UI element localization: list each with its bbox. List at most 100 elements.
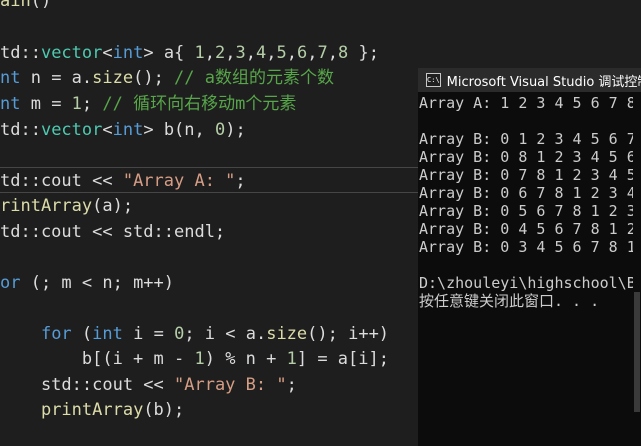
code-token: ] = a[i]; <box>296 349 389 369</box>
console-icon-label: C:\ <box>427 76 440 84</box>
code-token: (a); <box>92 196 134 216</box>
code-token: , <box>307 43 318 63</box>
code-line: rintArray(a); <box>0 194 133 219</box>
code-line: b[(i + m - 1) % n + 1] = a[i]; <box>0 347 389 372</box>
code-token: (); i++) <box>307 324 390 344</box>
code-token: nt <box>0 94 21 114</box>
code-token: 4 <box>256 43 267 63</box>
code-token: or <box>0 273 21 293</box>
code-token: int <box>92 324 123 344</box>
code-token: td:: <box>0 43 41 63</box>
code-token: ); <box>225 120 246 140</box>
code-token: (; m < n; m++) <box>20 273 175 293</box>
console-output-line: Array B: 0 3 4 5 6 7 8 1 <box>419 238 636 256</box>
code-token: n = a. <box>20 68 93 88</box>
code-token: m = <box>20 94 72 114</box>
code-token: ain <box>0 0 31 11</box>
code-token: () <box>30 0 52 11</box>
code-token: , <box>204 43 216 63</box>
code-token: < <box>102 43 113 63</box>
console-output-line: D:\zhouleyi\highschool\Bi <box>419 274 641 292</box>
code-token: > b(n, <box>143 120 215 140</box>
code-token: , <box>245 43 257 63</box>
code-token: td::cout << std::endl; <box>0 222 226 242</box>
code-line: td::vector<int> a{ 1,2,3,4,5,6,7,8 }; <box>0 41 379 66</box>
code-line: printArray(b); <box>0 398 184 423</box>
code-token: 7 <box>317 43 328 63</box>
code-line: td::vector<int> b(n, 0); <box>0 118 246 143</box>
code-token: ) % n + <box>204 349 287 369</box>
code-token: > a{ <box>143 43 195 63</box>
console-output-line: Array B: 0 1 2 3 4 5 6 7 <box>419 130 636 148</box>
code-token: ; <box>235 171 246 191</box>
console-output-line: 按任意键关闭此窗口. . . <box>419 292 600 310</box>
code-line: ain() <box>0 0 51 14</box>
code-token: 0 <box>174 324 185 344</box>
code-line: td::cout << std::endl; <box>0 220 225 245</box>
code-token: 1 <box>286 349 297 369</box>
code-token: b[(i + m - <box>0 349 195 369</box>
code-token: }; <box>348 43 379 63</box>
code-token: 8 <box>338 43 349 63</box>
code-token: nt <box>0 68 21 88</box>
code-token: (); <box>133 68 175 88</box>
code-token: 1 <box>71 94 82 114</box>
code-token: int <box>112 43 144 63</box>
console-output-line: Array B: 0 6 7 8 1 2 3 4 <box>419 184 636 202</box>
code-token: size <box>92 68 134 88</box>
code-line: std::cout << "Array B: "; <box>0 373 297 398</box>
code-token: ; i < a. <box>184 324 267 344</box>
code-token: 3 <box>235 43 246 63</box>
code-token: int <box>112 120 144 140</box>
code-token: std::cout << <box>0 375 174 395</box>
code-token: 1 <box>194 349 205 369</box>
console-output: Array A: 1 2 3 4 5 6 7 8 Array B: 0 1 2 3… <box>419 94 641 310</box>
debug-console-window[interactable]: C:\ Microsoft Visual Studio 调试控制台 Array … <box>418 68 641 446</box>
console-output-line: Array B: 0 4 5 6 7 8 1 2 <box>419 220 636 238</box>
console-app-icon: C:\ <box>426 73 441 87</box>
code-line: or (; m < n; m++) <box>0 271 174 296</box>
code-token: "Array B: " <box>174 375 287 395</box>
code-line: for (int i = 0; i < a.size(); i++) <box>0 322 389 347</box>
code-token: , <box>327 43 339 63</box>
code-line: nt n = a.size(); // a数组的元素个数 <box>0 66 334 91</box>
code-token: (b); <box>143 400 185 420</box>
code-token: printArray <box>40 400 144 420</box>
code-token: td:: <box>0 120 41 140</box>
code-token: ; <box>81 94 103 114</box>
console-output-line: Array B: 0 7 8 1 2 3 4 5 <box>419 166 636 184</box>
console-scroll-thumb[interactable] <box>634 292 640 412</box>
code-token: for <box>40 324 72 344</box>
console-output-line: Array B: 0 5 6 7 8 1 2 3 <box>419 202 636 220</box>
code-token: 0 <box>215 120 226 140</box>
code-token: i = <box>122 324 175 344</box>
code-token: td::cout << <box>0 171 123 191</box>
console-title: Microsoft Visual Studio 调试控制台 <box>446 74 641 90</box>
code-token: rintArray <box>0 196 93 216</box>
code-token: ( <box>71 324 93 344</box>
code-token: ; <box>286 375 297 395</box>
code-token: < <box>102 120 113 140</box>
code-token: vector <box>40 120 103 140</box>
console-output-line: Array B: 0 8 1 2 3 4 5 6 <box>419 148 636 166</box>
code-token: 5 <box>276 43 287 63</box>
code-line: nt m = 1; // 循环向右移动m个元素 <box>0 92 296 117</box>
code-token: 2 <box>215 43 226 63</box>
console-scrollbar[interactable] <box>633 92 641 446</box>
code-token: , <box>225 43 236 63</box>
code-line: td::cout << "Array A: "; <box>0 169 246 194</box>
code-token: vector <box>40 43 103 63</box>
console-output-line: Array A: 1 2 3 4 5 6 7 8 <box>419 94 636 112</box>
code-token: , <box>286 43 298 63</box>
code-token: // a数组的元素个数 <box>174 68 334 88</box>
code-token: 1 <box>194 43 205 63</box>
code-token: 6 <box>297 43 308 63</box>
code-token: "Array A: " <box>122 171 236 191</box>
code-token: size <box>266 324 308 344</box>
code-token: // 循环向右移动m个元素 <box>102 94 297 114</box>
console-titlebar[interactable]: C:\ Microsoft Visual Studio 调试控制台 <box>418 68 641 92</box>
